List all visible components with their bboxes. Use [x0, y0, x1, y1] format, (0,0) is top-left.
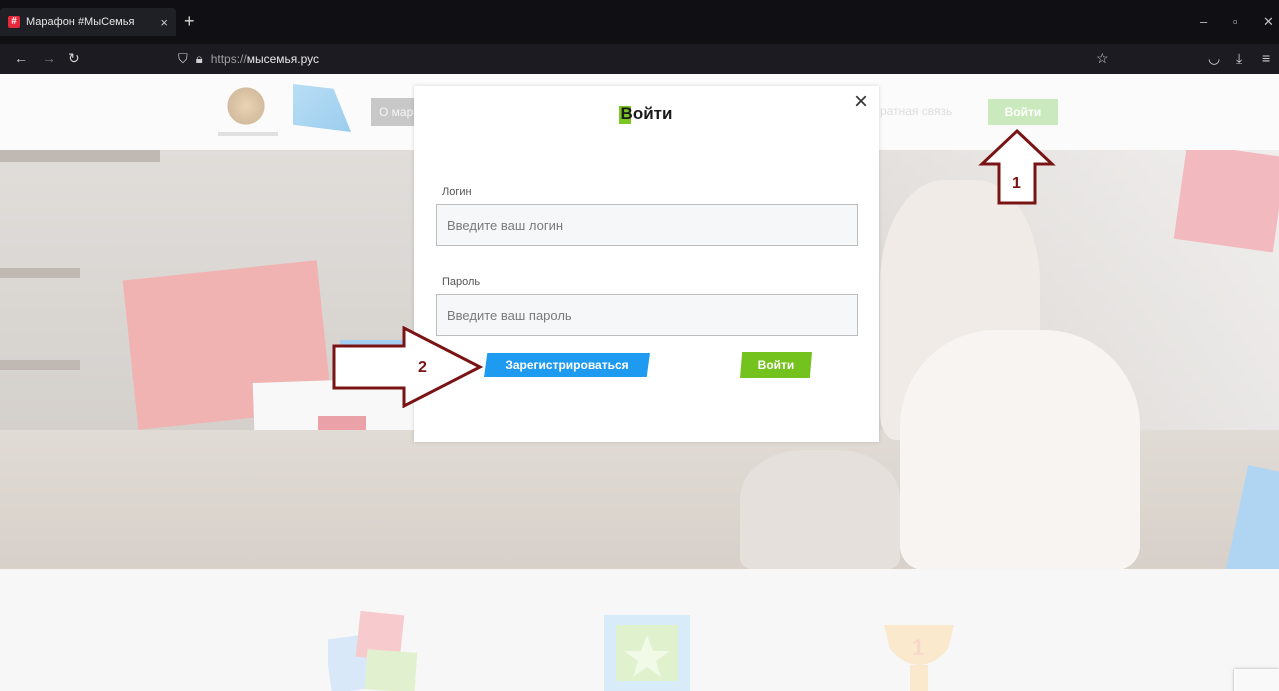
favicon-icon: #: [8, 16, 20, 28]
tab-close-icon[interactable]: ×: [160, 15, 168, 30]
recaptcha-badge[interactable]: [1234, 669, 1279, 691]
modal-title-text: Войти: [620, 104, 673, 123]
login-button[interactable]: Войти: [740, 352, 812, 378]
browser-tab-bar: # Марафон #МыСемья × + – ▫ ✕: [0, 0, 1279, 44]
back-icon[interactable]: ←: [14, 50, 28, 66]
url-text[interactable]: https://мысемья.рус: [211, 52, 319, 66]
lock-icon[interactable]: 🔒︎: [196, 51, 203, 67]
browser-nav-bar: ← → ↻ ⛉ 🔒︎ https://мысемья.рус ☆ ◡ ⤓ ≡: [0, 44, 1279, 74]
annotation-arrow-right: 2: [332, 326, 484, 408]
address-bar[interactable]: ⛉ 🔒︎ https://мысемья.рус: [178, 48, 1118, 70]
close-window-icon[interactable]: ✕: [1263, 14, 1274, 30]
menu-icon[interactable]: ≡: [1262, 50, 1270, 66]
password-input[interactable]: [436, 294, 858, 336]
new-tab-button[interactable]: +: [184, 12, 195, 30]
register-button[interactable]: Зарегистрироваться: [484, 353, 650, 377]
tab-title: Марафон #МыСемья: [26, 16, 135, 28]
password-label: Пароль: [442, 276, 481, 288]
annotation-arrow-up: 1: [978, 128, 1056, 205]
login-input[interactable]: [436, 204, 858, 246]
pocket-icon[interactable]: ◡: [1208, 50, 1220, 67]
restore-icon[interactable]: ▫: [1233, 14, 1238, 29]
reload-icon[interactable]: ↻: [68, 50, 80, 67]
modal-title: Войти: [414, 104, 879, 124]
forward-icon[interactable]: →: [42, 50, 56, 66]
download-icon[interactable]: ⤓: [1236, 50, 1242, 67]
minimize-icon[interactable]: –: [1200, 14, 1207, 29]
bookmark-star-icon[interactable]: ☆: [1096, 50, 1109, 67]
web-page: О мар ратная связь Войти МА: [0, 74, 1279, 691]
annotation-number-2: 2: [418, 359, 427, 376]
annotation-number-1: 1: [1012, 175, 1021, 192]
browser-tab[interactable]: # Марафон #МыСемья ×: [0, 8, 176, 36]
shield-icon[interactable]: ⛉: [178, 51, 188, 67]
login-label: Логин: [442, 186, 472, 198]
